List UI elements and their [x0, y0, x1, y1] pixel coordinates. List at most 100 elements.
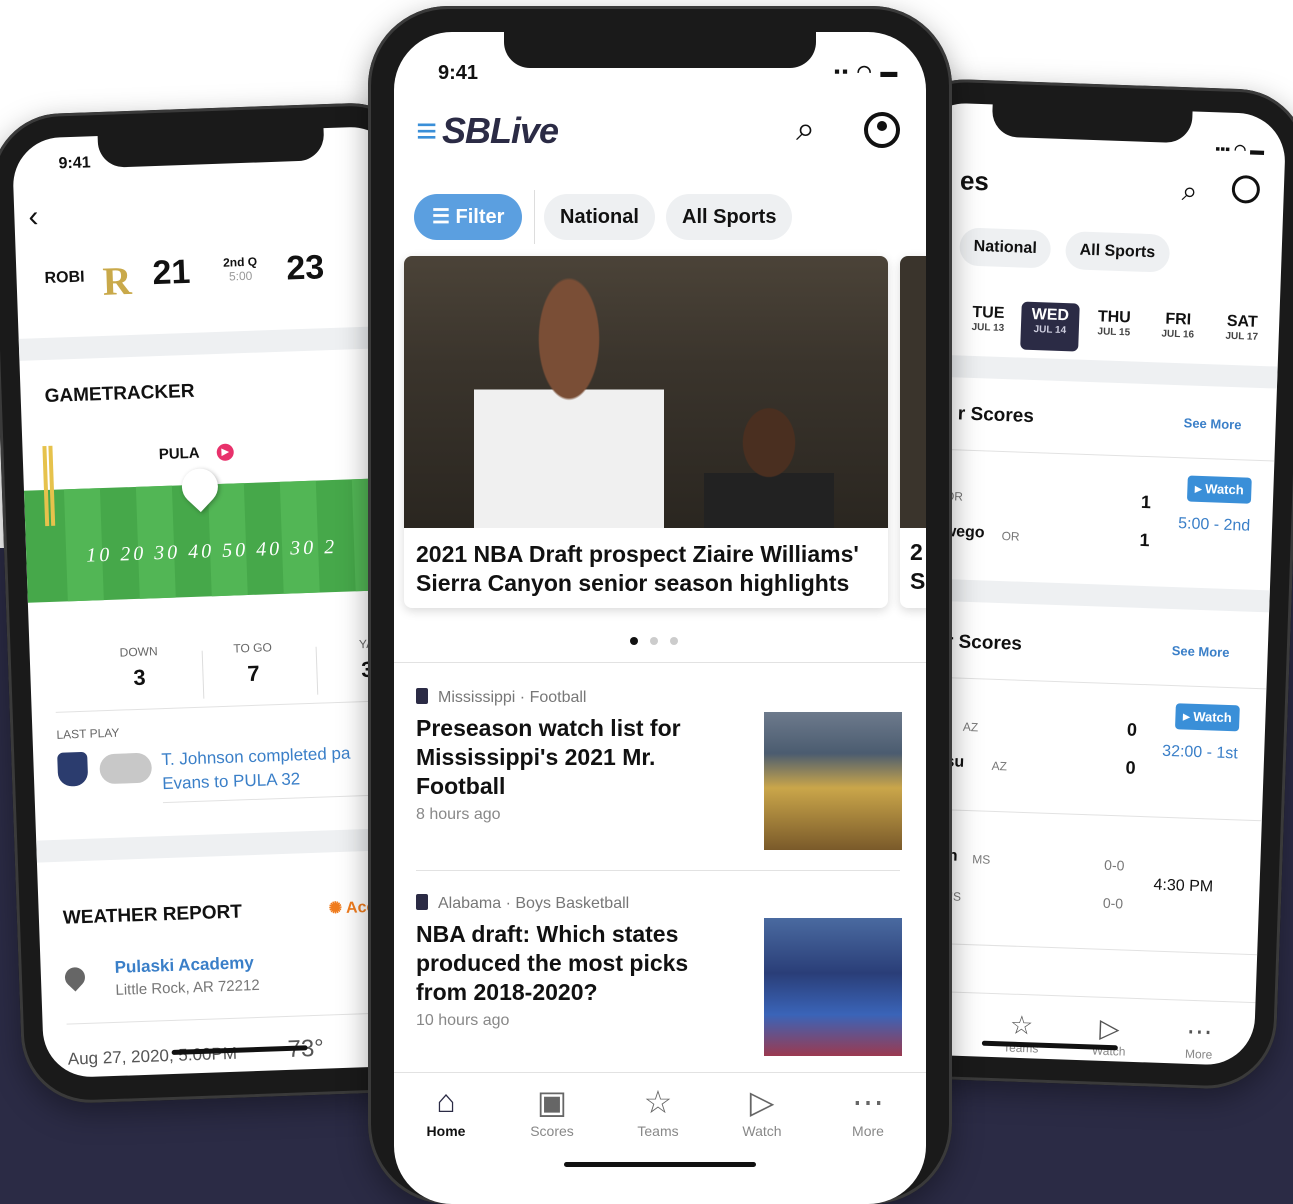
carousel-pagination — [630, 632, 690, 650]
phone-home: 9:41 ▪▪ ◠ ▬ ≡ SBLive ⌕ ☰ Filter National … — [368, 6, 952, 1204]
gametracker-title: GAMETRACKER — [44, 380, 195, 408]
back-icon[interactable]: ‹ — [28, 200, 39, 234]
location-name[interactable]: Pulaski Academy — [114, 953, 254, 978]
last-play-label: LAST PLAY — [56, 725, 120, 742]
team-shield-icon — [57, 751, 89, 787]
location-pin-icon — [60, 963, 90, 992]
brand-logo[interactable]: ≡ SBLive — [416, 110, 559, 152]
section-divider — [901, 577, 1270, 613]
goalpost-icon — [42, 445, 56, 527]
status-icons: ▪▪▪ ◠ ▬ — [1215, 140, 1265, 158]
more-icon: ⋯ — [1185, 1015, 1213, 1047]
stat-down: DOWN 3 — [119, 644, 158, 691]
article-thumbnail — [764, 918, 902, 1056]
star-icon: ☆ — [1009, 1009, 1034, 1041]
featured-story-photo — [404, 256, 888, 528]
day-sat[interactable]: SAT JUL 17 — [1212, 308, 1272, 358]
search-icon[interactable]: ⌕ — [796, 110, 815, 149]
weather-title: WEATHER REPORT — [62, 901, 243, 929]
game-status: 32:00 - 1st — [1161, 742, 1239, 763]
see-more-link[interactable]: See More — [1171, 643, 1229, 660]
state-shape-icon — [416, 894, 428, 910]
team-left-name: ROBI — [44, 268, 85, 287]
status-time: 9:41 — [58, 154, 91, 173]
tv-icon: ▷ — [749, 1084, 775, 1120]
chip-national[interactable]: National — [544, 194, 655, 240]
tab-scores[interactable]: ▣ Scores — [512, 1083, 592, 1139]
team-record: 0-0 — [1103, 856, 1125, 874]
tab-watch[interactable]: ▷ Watch — [1073, 1012, 1145, 1059]
tv-icon: ▷ — [1098, 1012, 1121, 1044]
day-fri[interactable]: FRI JUL 16 — [1148, 306, 1208, 356]
article-time: 8 hours ago — [416, 806, 501, 823]
tab-watch[interactable]: ▷ Watch — [722, 1083, 802, 1139]
team-record: 0-0 — [1102, 894, 1124, 912]
more-icon: ⋯ — [852, 1084, 884, 1120]
team-score: 1 — [1140, 491, 1152, 513]
chip-all-sports[interactable]: All Sports — [1064, 231, 1170, 273]
featured-story-title: 2021 NBA Draft prospect Ziaire Williams'… — [416, 541, 859, 596]
team-score: 0 — [1125, 757, 1136, 778]
scores-icon: ▣ — [536, 1084, 568, 1120]
game-quarter: 2nd Q 5:00 — [218, 254, 263, 284]
team-score: 1 — [1139, 529, 1150, 551]
section-divider — [909, 353, 1278, 389]
player-avatars — [99, 752, 153, 785]
team-left-logo: R — [101, 257, 133, 304]
day-tue[interactable]: TUE JUL 13 — [958, 299, 1018, 349]
tab-home[interactable]: ⌂ Home — [406, 1083, 486, 1139]
section-title: r Scores — [957, 403, 1035, 428]
chip-all-sports[interactable]: All Sports — [666, 194, 793, 240]
quarter-label: 2nd Q — [222, 254, 258, 270]
down-distance-stats: DOWN3 TO GO7 YA3 — [29, 635, 417, 708]
home-indicator — [564, 1162, 756, 1167]
profile-icon[interactable] — [864, 112, 900, 148]
article-title: NBA draft: Which states produced the mos… — [416, 921, 689, 1005]
article-title: Preseason watch list for Mississippi's 2… — [416, 715, 681, 799]
team-score: 0 — [1126, 719, 1138, 740]
search-icon[interactable]: ⌕ — [1181, 175, 1198, 209]
article-time: 10 hours ago — [416, 1012, 510, 1029]
filter-button[interactable]: ☰ Filter — [414, 194, 523, 240]
tab-teams[interactable]: ☆ Teams — [618, 1083, 698, 1139]
sblive-mark-icon: ≡ — [416, 110, 437, 151]
page-title: es — [959, 165, 990, 197]
home-icon: ⌂ — [436, 1083, 456, 1119]
stat-to-go: TO GO 7 — [233, 640, 273, 687]
tab-more[interactable]: ⋯ More — [828, 1083, 908, 1139]
team-state: AZ — [962, 719, 979, 735]
game-status: 5:00 - 2nd — [1177, 515, 1251, 535]
location-address: Little Rock, AR 72212 — [115, 976, 260, 999]
article-meta: Mississippi · Football — [416, 688, 586, 707]
profile-icon[interactable] — [1231, 174, 1261, 204]
tab-more[interactable]: ⋯ More — [1163, 1015, 1235, 1062]
possession-indicator-icon: ▶ — [216, 443, 235, 462]
football-field: 10 20 30 40 50 40 30 2 — [23, 477, 414, 603]
team-right-score: 23 — [285, 248, 325, 288]
day-thu[interactable]: THU JUL 15 — [1084, 304, 1144, 354]
section-divider — [36, 827, 423, 863]
possession-team: PULA — [158, 444, 200, 464]
scoreboard: ROBI R 21 2nd Q 5:00 23 — [16, 241, 404, 310]
team-state: MS — [972, 852, 991, 867]
section-title: r Scores — [945, 631, 1023, 655]
next-story-card[interactable]: 2 S — [900, 256, 926, 608]
team-state: OR — [1001, 529, 1020, 544]
section-divider — [18, 325, 406, 361]
state-shape-icon — [416, 688, 428, 704]
watch-button[interactable]: ▸ Watch — [1174, 703, 1240, 732]
team-left-score: 21 — [151, 252, 191, 293]
see-more-link[interactable]: See More — [1183, 415, 1241, 432]
game-time: 4:30 PM — [1153, 876, 1214, 896]
chip-national[interactable]: National — [959, 227, 1052, 269]
star-icon: ☆ — [643, 1084, 673, 1120]
featured-story-card[interactable]: 2021 NBA Draft prospect Ziaire Williams'… — [404, 256, 888, 608]
bottom-tab-bar: ⌂ Home ▣ Scores ☆ Teams ▷ Watch ⋯ More — [394, 1072, 926, 1162]
tab-teams[interactable]: ☆ Teams — [986, 1009, 1058, 1056]
status-icons: ▪▪ ◠ ▬ — [834, 62, 900, 81]
team-state: AZ — [991, 758, 1008, 774]
day-wed[interactable]: WED JUL 14 — [1020, 301, 1080, 352]
watch-button[interactable]: ▸ Watch — [1186, 475, 1252, 504]
article-meta: Alabama · Boys Basketball — [416, 894, 629, 913]
game-clock: 5:00 — [228, 268, 253, 284]
